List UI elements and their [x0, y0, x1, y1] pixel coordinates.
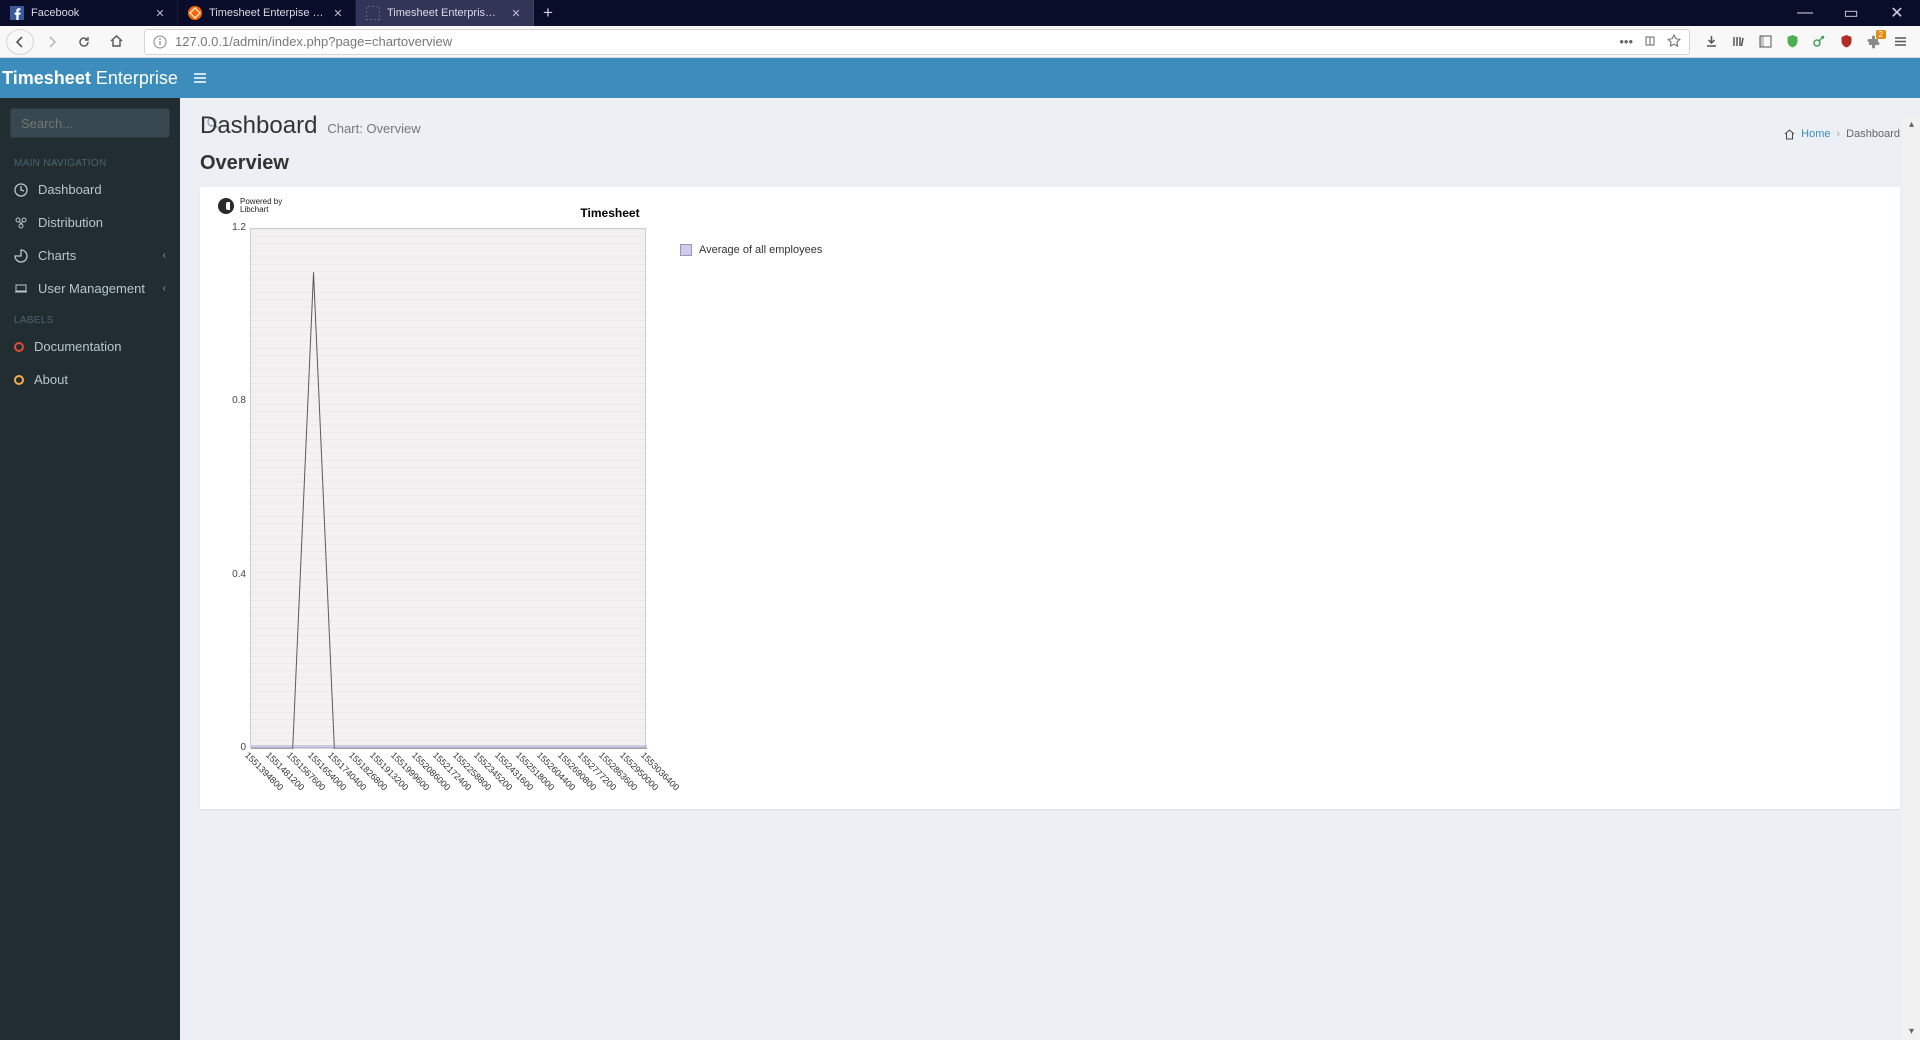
bookmark-star-icon[interactable]: [1667, 34, 1681, 49]
browser-toolbar: •••: [0, 26, 1920, 58]
browser-titlebar: Facebook ✕ Timesheet Enterpise / Code / …: [0, 0, 1920, 26]
chevron-left-icon: ‹: [163, 283, 166, 294]
window-close-button[interactable]: ✕: [1874, 0, 1920, 26]
url-bar[interactable]: •••: [144, 29, 1690, 55]
nav-header: MAIN NAVIGATION: [0, 148, 180, 173]
dashboard-icon: [14, 183, 28, 197]
sidebar-item-distribution[interactable]: Distribution: [0, 206, 180, 239]
reader-icon[interactable]: [1643, 34, 1657, 49]
label-dot-icon: [14, 375, 24, 385]
extension-puzzle-icon[interactable]: [1866, 34, 1881, 49]
sidebar-item-label: Distribution: [38, 215, 103, 230]
blank-favicon-icon: [366, 6, 380, 20]
library-icon[interactable]: [1731, 34, 1746, 49]
chart-plot-area: [250, 228, 646, 748]
sidebar-item-label: About: [34, 372, 68, 387]
nav-back-button[interactable]: [6, 29, 34, 55]
page-title: Dashboard Chart: Overview: [200, 112, 421, 140]
app-logo[interactable]: Timesheet Enterprise: [0, 58, 180, 98]
breadcrumb-current: Dashboard: [1846, 128, 1900, 140]
app-root: Timesheet Enterprise MAIN NAVIGATION Das…: [0, 58, 1920, 1040]
sidebar-item-about[interactable]: About: [0, 363, 180, 396]
window-controls: — ▭ ✕: [1782, 0, 1920, 26]
section-title: Overview: [180, 146, 1920, 187]
sidebar-item-charts[interactable]: Charts ‹: [0, 239, 180, 272]
extension-shield-icon[interactable]: [1785, 34, 1800, 49]
tab-close-icon[interactable]: ✕: [509, 6, 523, 20]
sidebar-item-label: Charts: [38, 248, 76, 263]
sidebar-search[interactable]: [10, 108, 170, 138]
browser-tab-label: Timesheet Enterprise | Dashboard: [387, 7, 502, 19]
chart-legend: Average of all employees: [680, 244, 822, 256]
sidebar-item-label: Documentation: [34, 339, 121, 354]
chart-x-ticks: 1551394800155148120015515676001551654000…: [250, 750, 646, 790]
page-header: Dashboard Chart: Overview Home › Dashboa…: [180, 98, 1920, 146]
charts-icon: [14, 249, 28, 263]
page-subtitle: Chart: Overview: [327, 121, 420, 136]
sidebar-item-documentation[interactable]: Documentation: [0, 330, 180, 363]
tab-close-icon[interactable]: ✕: [153, 6, 167, 20]
sidebar-item-dashboard[interactable]: Dashboard: [0, 173, 180, 206]
nav-reload-button[interactable]: [70, 29, 98, 55]
browser-tab-active[interactable]: Timesheet Enterprise | Dashboard ✕: [356, 0, 534, 26]
browser-tab-sourceforge[interactable]: Timesheet Enterpise / Code / [ ✕: [178, 0, 356, 26]
nav-forward-button[interactable]: [38, 29, 66, 55]
page-actions-icon[interactable]: •••: [1619, 34, 1633, 49]
chart-title: Timesheet: [210, 206, 1010, 220]
window-minimize-button[interactable]: —: [1782, 0, 1828, 26]
chart-y-tick: 0.8: [210, 395, 246, 406]
legend-label: Average of all employees: [699, 244, 822, 256]
extension-key-icon[interactable]: [1812, 34, 1827, 49]
scroll-up-icon[interactable]: ▴: [1903, 116, 1920, 133]
tab-close-icon[interactable]: ✕: [331, 6, 345, 20]
new-tab-button[interactable]: +: [534, 0, 562, 26]
sourceforge-icon: [188, 6, 202, 20]
sidebar-item-label: Dashboard: [38, 182, 102, 197]
home-icon: [1784, 129, 1795, 140]
sidebar-item-user-management[interactable]: User Management ‹: [0, 272, 180, 305]
label-dot-icon: [14, 342, 24, 352]
browser-tab-facebook[interactable]: Facebook ✕: [0, 0, 178, 26]
chevron-left-icon: ‹: [163, 250, 166, 261]
browser-tab-label: Timesheet Enterpise / Code / [: [209, 7, 324, 19]
sidebar: MAIN NAVIGATION Dashboard Distribution C…: [0, 58, 180, 1040]
app-menu-icon[interactable]: [1893, 34, 1908, 49]
laptop-icon: [14, 282, 28, 296]
breadcrumb-separator: ›: [1837, 128, 1841, 140]
toolbar-right: [1704, 34, 1914, 49]
vertical-scrollbar[interactable]: ▴ ▾: [1903, 116, 1920, 1040]
sidebar-item-label: User Management: [38, 281, 145, 296]
distribution-icon: [14, 216, 28, 230]
chart-y-tick: 0.4: [210, 569, 246, 580]
sidebar-toggle-button[interactable]: [180, 58, 220, 98]
scroll-down-icon[interactable]: ▾: [1903, 1023, 1920, 1040]
timesheet-chart: Powered by Libchart Timesheet Average of…: [210, 196, 1010, 791]
window-maximize-button[interactable]: ▭: [1828, 0, 1874, 26]
breadcrumb: Home › Dashboard: [1784, 128, 1900, 140]
chart-y-tick: 0: [210, 742, 246, 753]
legend-swatch-icon: [680, 244, 692, 256]
url-input[interactable]: [175, 34, 1611, 49]
labels-header: LABELS: [0, 305, 180, 330]
site-info-icon[interactable]: [153, 35, 167, 49]
nav-home-button[interactable]: [102, 29, 130, 55]
downloads-icon[interactable]: [1704, 34, 1719, 49]
extension-ublock-icon[interactable]: [1839, 34, 1854, 49]
search-input[interactable]: [11, 109, 207, 137]
chart-y-tick: 1.2: [210, 222, 246, 233]
app-topbar: Timesheet Enterprise: [0, 58, 1920, 98]
breadcrumb-home[interactable]: Home: [1801, 128, 1830, 140]
content: Dashboard Chart: Overview Home › Dashboa…: [180, 58, 1920, 1040]
browser-tab-label: Facebook: [31, 7, 146, 19]
chart-line: [251, 229, 647, 749]
browser-tabs: Facebook ✕ Timesheet Enterpise / Code / …: [0, 0, 1782, 26]
sidebar-toggle-icon[interactable]: [1758, 34, 1773, 49]
facebook-icon: [10, 6, 24, 20]
chart-card: Powered by Libchart Timesheet Average of…: [200, 187, 1900, 809]
